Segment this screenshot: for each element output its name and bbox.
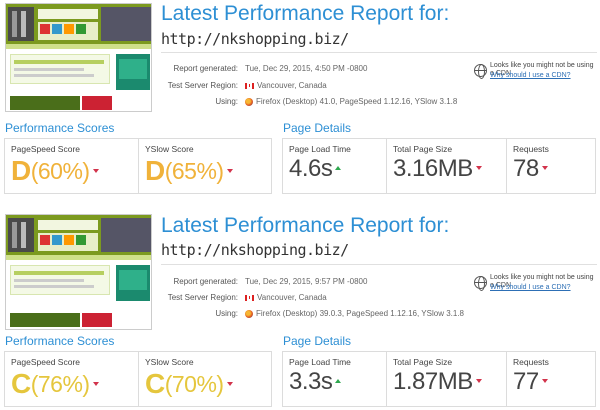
pagespeed-grade: D <box>11 155 31 186</box>
requests-value: 77 <box>513 368 539 395</box>
page-load-time-value: 3.3s <box>289 368 333 395</box>
requests-label: Requests <box>513 357 549 367</box>
page-load-time-value: 4.6s <box>289 155 333 182</box>
page-details-header: Page Details <box>283 334 352 348</box>
worse-arrow-icon <box>541 166 548 170</box>
worse-arrow-icon <box>475 166 482 170</box>
pagespeed-percent: (60%) <box>30 158 90 184</box>
site-screenshot-thumbnail[interactable] <box>5 3 152 112</box>
why-cdn-link[interactable]: Why should I use a CDN? <box>490 284 571 291</box>
server-region-value: Vancouver, Canada <box>257 81 327 90</box>
performance-scores-header: Performance Scores <box>5 334 115 348</box>
page-load-time-label: Page Load Time <box>289 144 351 154</box>
report-title: Latest Performance Report for: <box>161 214 450 237</box>
page-load-time[interactable]: Page Load Time 4.6s <box>283 139 387 193</box>
yslow-grade: C <box>145 368 165 399</box>
yslow-score-label: YSlow Score <box>145 144 194 154</box>
report-generated-value: Tue, Dec 29, 2015, 4:50 PM -0800 <box>245 64 368 73</box>
total-page-size-value: 1.87MB <box>393 368 473 395</box>
page-details-box: Page Load Time 4.6s Total Page Size 3.16… <box>282 138 596 194</box>
total-page-size-label: Total Page Size <box>393 357 453 367</box>
requests-label: Requests <box>513 144 549 154</box>
worse-arrow-icon <box>226 169 233 173</box>
better-arrow-icon <box>335 379 342 383</box>
server-region-value: Vancouver, Canada <box>257 293 327 302</box>
yslow-percent: (65%) <box>164 158 224 184</box>
divider <box>161 52 597 53</box>
page-load-time[interactable]: Page Load Time 3.3s <box>283 352 387 406</box>
report-url: http://nkshopping.biz/ <box>161 30 349 48</box>
page-details-box: Page Load Time 3.3s Total Page Size 1.87… <box>282 351 596 407</box>
pagespeed-percent: (76%) <box>30 371 90 397</box>
page-load-time-label: Page Load Time <box>289 357 351 367</box>
performance-scores-box: PageSpeed Score D(60%) YSlow Score D(65%… <box>4 138 272 194</box>
total-page-size-label: Total Page Size <box>393 144 453 154</box>
yslow-percent: (70%) <box>164 371 224 397</box>
report-generated-label: Report generated: <box>173 277 239 286</box>
pagespeed-score-label: PageSpeed Score <box>11 357 80 367</box>
requests[interactable]: Requests 77 <box>507 352 596 406</box>
using-label: Using: <box>215 97 238 106</box>
performance-scores-box: PageSpeed Score C(76%) YSlow Score C(70%… <box>4 351 272 407</box>
yslow-score[interactable]: YSlow Score D(65%) <box>139 139 272 193</box>
globe-icon <box>474 64 487 79</box>
worse-arrow-icon <box>92 382 99 386</box>
total-page-size-value: 3.16MB <box>393 155 473 182</box>
page-details-header: Page Details <box>283 121 352 135</box>
report-generated-value: Tue, Dec 29, 2015, 9:57 PM -0800 <box>245 277 368 286</box>
total-page-size[interactable]: Total Page Size 1.87MB <box>387 352 507 406</box>
yslow-grade: D <box>145 155 165 186</box>
performance-report: Latest Performance Report for: http://nk… <box>0 210 600 410</box>
firefox-icon <box>245 97 253 106</box>
using-value: Firefox (Desktop) 39.0.3, PageSpeed 1.12… <box>256 309 464 318</box>
canada-flag-icon <box>245 82 254 89</box>
globe-icon <box>474 276 487 291</box>
performance-report: Latest Performance Report for: http://nk… <box>0 0 600 205</box>
worse-arrow-icon <box>475 379 482 383</box>
requests-value: 78 <box>513 155 539 182</box>
server-region-label: Test Server Region: <box>167 81 238 90</box>
better-arrow-icon <box>335 166 342 170</box>
server-region-label: Test Server Region: <box>167 293 238 302</box>
using-value: Firefox (Desktop) 41.0, PageSpeed 1.12.1… <box>256 97 458 106</box>
why-cdn-link[interactable]: Why should I use a CDN? <box>490 72 571 79</box>
firefox-icon <box>245 309 253 318</box>
yslow-score-label: YSlow Score <box>145 357 194 367</box>
pagespeed-score-label: PageSpeed Score <box>11 144 80 154</box>
yslow-score[interactable]: YSlow Score C(70%) <box>139 352 272 406</box>
requests[interactable]: Requests 78 <box>507 139 596 193</box>
site-screenshot-thumbnail[interactable] <box>5 214 152 330</box>
report-title: Latest Performance Report for: <box>161 2 450 25</box>
worse-arrow-icon <box>92 169 99 173</box>
pagespeed-score[interactable]: PageSpeed Score D(60%) <box>5 139 139 193</box>
pagespeed-score[interactable]: PageSpeed Score C(76%) <box>5 352 139 406</box>
canada-flag-icon <box>245 294 254 301</box>
using-label: Using: <box>215 309 238 318</box>
report-generated-label: Report generated: <box>173 64 239 73</box>
pagespeed-grade: C <box>11 368 31 399</box>
performance-scores-header: Performance Scores <box>5 121 115 135</box>
worse-arrow-icon <box>226 382 233 386</box>
total-page-size[interactable]: Total Page Size 3.16MB <box>387 139 507 193</box>
report-url: http://nkshopping.biz/ <box>161 241 349 259</box>
divider <box>161 264 597 265</box>
worse-arrow-icon <box>541 379 548 383</box>
